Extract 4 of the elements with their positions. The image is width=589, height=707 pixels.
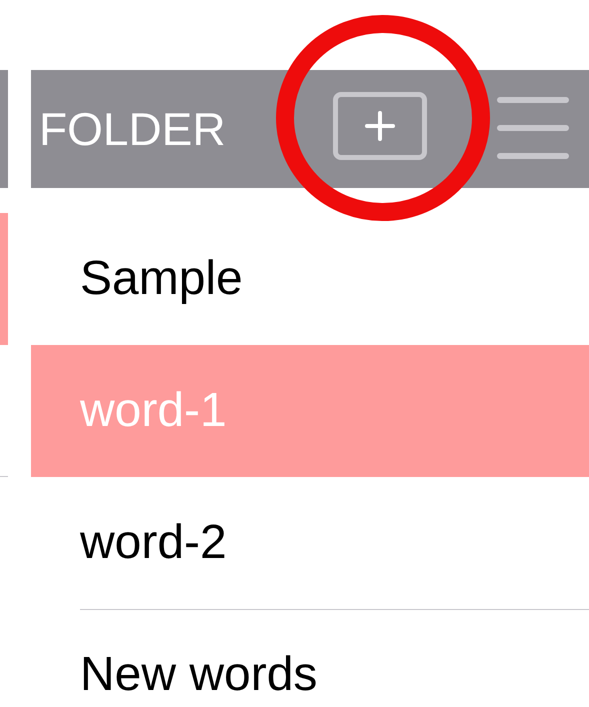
menu-icon[interactable] (497, 97, 569, 159)
add-button[interactable] (333, 92, 427, 160)
plus-icon (365, 111, 395, 141)
header-title: FOLDER (39, 106, 226, 152)
